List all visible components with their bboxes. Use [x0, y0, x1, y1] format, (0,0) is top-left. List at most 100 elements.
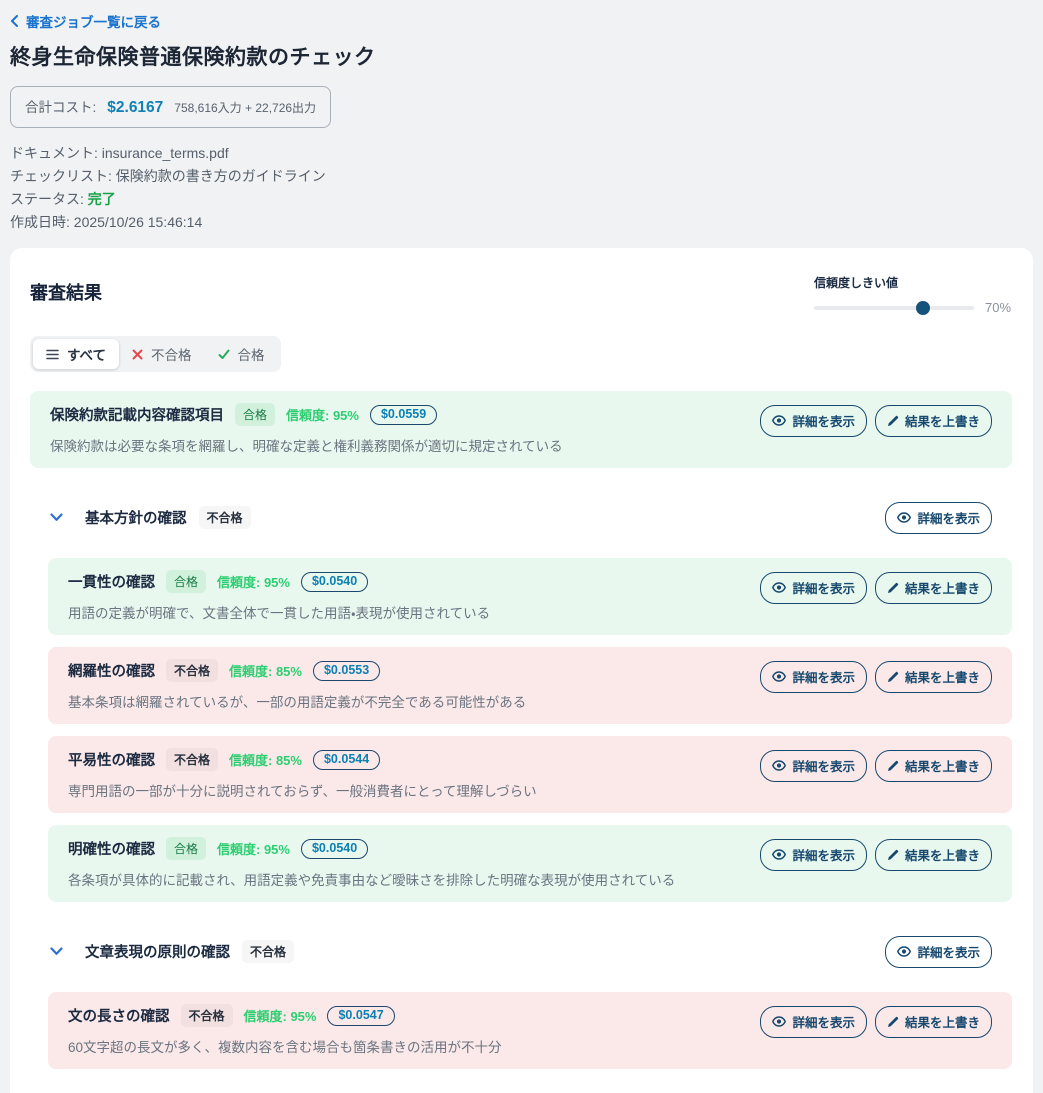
- list-icon: [46, 349, 59, 360]
- result-description: 60文字超の長文が多く、複数内容を含む場合も箇条書きの活用が不十分: [68, 1036, 502, 1056]
- result-status-badge: 不合格: [181, 1004, 233, 1027]
- result-card: 平易性の確認不合格信頼度: 85%$0.0544専門用語の一部が十分に説明されて…: [48, 736, 1012, 813]
- eye-icon: [897, 946, 911, 957]
- meta-created: 作成日時: 2025/10/26 15:46:14: [10, 212, 1033, 232]
- review-results-panel: 審査結果 信頼度しきい値 70% すべて 不合格 合格: [10, 248, 1033, 1093]
- show-details-label: 詳細を表示: [792, 845, 855, 864]
- override-result-button[interactable]: 結果を上書き: [875, 661, 992, 693]
- filter-tabs: すべて 不合格 合格: [30, 336, 281, 372]
- result-actions: 詳細を表示結果を上書き: [760, 572, 992, 604]
- total-cost-tokens: 758,616入力 + 22,726出力: [174, 99, 316, 116]
- collapse-toggle-button[interactable]: [50, 947, 63, 956]
- show-details-button[interactable]: 詳細を表示: [760, 405, 867, 437]
- show-details-button[interactable]: 詳細を表示: [760, 839, 867, 871]
- confidence-threshold-value: 70%: [985, 300, 1011, 315]
- override-result-label: 結果を上書き: [905, 1012, 980, 1031]
- show-details-button[interactable]: 詳細を表示: [760, 750, 867, 782]
- total-cost-label: 合計コスト:: [25, 96, 96, 116]
- result-group-header: 基本方針の確認不合格 詳細を表示: [30, 486, 1012, 548]
- result-group-title: 文章表現の原則の確認: [85, 941, 230, 962]
- group-header-left: 基本方針の確認不合格: [50, 506, 251, 529]
- cost-pill: $0.0553: [313, 661, 380, 681]
- override-result-button[interactable]: 結果を上書き: [875, 839, 992, 871]
- confidence-value: 信頼度: 95%: [217, 839, 290, 858]
- show-details-button[interactable]: 詳細を表示: [885, 502, 992, 534]
- result-group: 文章表現の原則の確認不合格詳細を表示文の長さの確認不合格信頼度: 95%$0.0…: [30, 920, 1012, 1069]
- result-title: 一貫性の確認: [68, 571, 155, 592]
- cost-pill: $0.0559: [370, 405, 437, 425]
- created-value: 2025/10/26 15:46:14: [74, 214, 202, 230]
- results-list: 保険約款記載内容確認項目合格信頼度: 95%$0.0559保険約款は必要な条項を…: [30, 391, 1012, 1069]
- eye-icon: [772, 760, 786, 771]
- back-link[interactable]: 審査ジョブ一覧に戻る: [10, 11, 161, 31]
- result-group: 基本方針の確認不合格詳細を表示一貫性の確認合格信頼度: 95%$0.0540用語…: [30, 486, 1012, 902]
- cost-pill: $0.0540: [301, 572, 368, 592]
- meta-status: ステータス: 完了: [10, 189, 1033, 209]
- confidence-threshold-slider[interactable]: [814, 306, 974, 310]
- pencil-icon: [887, 582, 899, 594]
- tab-all[interactable]: すべて: [33, 339, 119, 369]
- eye-icon: [772, 1016, 786, 1027]
- result-card-body: 文の長さの確認不合格信頼度: 95%$0.0547 60文字超の長文が多く、複数内…: [68, 1004, 502, 1056]
- result-title-row: 文の長さの確認不合格信頼度: 95%$0.0547: [68, 1004, 502, 1027]
- show-details-button[interactable]: 詳細を表示: [885, 936, 992, 968]
- show-details-label: 詳細を表示: [917, 942, 980, 961]
- checklist-label: チェックリスト:: [10, 168, 112, 184]
- confidence-value: 信頼度: 95%: [286, 405, 359, 424]
- result-card-body: 保険約款記載内容確認項目合格信頼度: 95%$0.0559保険約款は必要な条項を…: [50, 403, 563, 455]
- result-title-row: 平易性の確認不合格信頼度: 85%$0.0544: [68, 748, 537, 771]
- result-description: 用語の定義が明確で、文書全体で一貫した用語・表現が使用されている: [68, 602, 490, 622]
- override-result-button[interactable]: 結果を上書き: [875, 405, 992, 437]
- result-title-row: 明確性の確認合格信頼度: 95% $0.0540: [68, 837, 675, 860]
- group-actions: 詳細を表示: [885, 936, 992, 968]
- status-badge: 完了: [88, 191, 116, 207]
- show-details-button[interactable]: 詳細を表示: [760, 661, 867, 693]
- result-status-badge: 合格: [166, 570, 206, 593]
- tab-pass[interactable]: 合格: [205, 339, 278, 369]
- group-children: 一貫性の確認合格信頼度: 95%$0.0540用語の定義が明確で、文書全体で一貫…: [48, 558, 1012, 902]
- result-actions: 詳細を表示 結果を上書き: [760, 839, 992, 871]
- result-status-badge: 不合格: [199, 506, 251, 529]
- eye-icon: [897, 512, 911, 523]
- checklist-value: 保険約款の書き方のガイドライン: [116, 168, 326, 184]
- result-status-badge: 不合格: [166, 659, 218, 682]
- pencil-icon: [887, 849, 899, 861]
- pencil-icon: [887, 760, 899, 772]
- result-status-badge: 合格: [166, 837, 206, 860]
- result-title: 明確性の確認: [68, 838, 155, 859]
- result-description: 基本条項は網羅されているが、一部の用語定義が不完全である可能性がある: [68, 691, 526, 711]
- page-title: 終身生命保険普通保険約款のチェック: [10, 41, 1033, 71]
- show-details-button[interactable]: 詳細を表示: [760, 572, 867, 604]
- show-details-button[interactable]: 詳細を表示: [760, 1006, 867, 1038]
- result-description: 専門用語の一部が十分に説明されておらず、一般消費者にとって理解しづらい: [68, 780, 537, 800]
- cost-pill: $0.0540: [301, 839, 368, 859]
- override-result-button[interactable]: 結果を上書き: [875, 750, 992, 782]
- override-result-button[interactable]: 結果を上書き: [875, 1006, 992, 1038]
- result-status-badge: 不合格: [166, 748, 218, 771]
- result-card: 一貫性の確認合格信頼度: 95% $0.0540 用語の定義が明確で、文書全体で一貫…: [48, 558, 1012, 635]
- group-actions: 詳細を表示: [885, 502, 992, 534]
- result-group-header: 文章表現の原則の確認不合格 詳細を表示: [30, 920, 1012, 982]
- override-result-label: 結果を上書き: [905, 845, 980, 864]
- confidence-value: 信頼度: 85%: [229, 750, 302, 769]
- group-header-left: 文章表現の原則の確認不合格: [50, 940, 294, 963]
- result-card: 文の長さの確認不合格信頼度: 95%$0.0547 60文字超の長文が多く、複数内…: [48, 992, 1012, 1069]
- collapse-toggle-button[interactable]: [50, 513, 63, 522]
- cost-pill: $0.0544: [313, 750, 380, 770]
- show-details-label: 詳細を表示: [792, 667, 855, 686]
- result-card-body: 網羅性の確認不合格信頼度: 85%$0.0553基本条項は網羅されているが、一部…: [68, 659, 526, 711]
- tab-fail[interactable]: 不合格: [119, 339, 205, 369]
- override-result-button[interactable]: 結果を上書き: [875, 572, 992, 604]
- total-cost-box: 合計コスト: $2.6167 758,616入力 + 22,726出力: [10, 86, 331, 128]
- eye-icon: [772, 849, 786, 860]
- confidence-threshold: 信頼度しきい値 70%: [814, 274, 1012, 315]
- pencil-icon: [887, 415, 899, 427]
- result-status-badge: 合格: [235, 403, 275, 426]
- result-title: 文の長さの確認: [68, 1005, 170, 1026]
- result-actions: 詳細を表示結果を上書き: [760, 405, 992, 437]
- pencil-icon: [887, 671, 899, 683]
- result-title-row: 保険約款記載内容確認項目合格信頼度: 95%$0.0559: [50, 403, 563, 426]
- confidence-value: 信頼度: 95%: [217, 572, 290, 591]
- cost-pill: $0.0547: [327, 1006, 394, 1026]
- result-group-title: 基本方針の確認: [85, 507, 187, 528]
